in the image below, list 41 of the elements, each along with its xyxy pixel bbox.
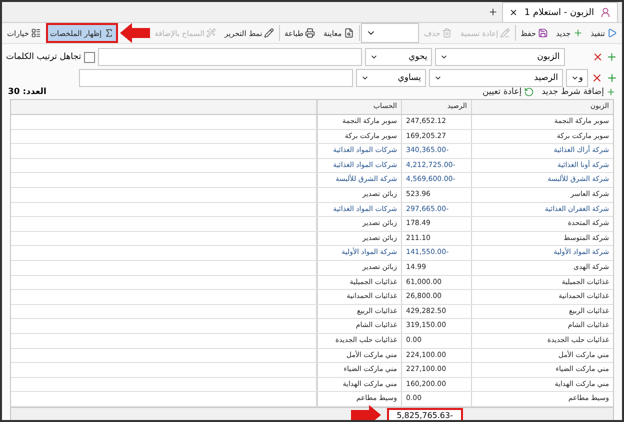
value-field[interactable] [79,69,353,87]
wand-icon [206,28,216,38]
chevron-icon [440,53,448,61]
remove-icon[interactable] [591,72,603,84]
list-icon [30,28,41,38]
checkbox-label: تجاهل ترتيب الكلمات [6,52,82,62]
record-count: العدد: 30 [8,87,46,97]
rename-icon [500,28,510,38]
preview-icon [344,28,354,38]
reset-icon [524,87,534,97]
arrow-icon [120,23,150,43]
add-icon[interactable] [606,51,618,63]
play-icon [607,28,617,38]
field-select[interactable]: الزبون [435,48,565,66]
printer-icon [305,28,316,38]
remove-icon[interactable] [592,51,604,63]
operator-select[interactable]: يساوي [356,69,426,87]
total-value: -5,825,765.63 [386,408,463,420]
add-icon[interactable] [606,72,618,84]
value-field[interactable] [98,48,362,66]
arrow-icon [350,405,381,420]
chevron-icon [434,74,442,82]
action-link[interactable]: إضافة شرط جديد [542,87,616,97]
sigma-icon [104,28,114,38]
chevron-icon [361,74,369,82]
chevron-icon [370,53,378,61]
pencil-icon [264,28,274,38]
operator-select[interactable]: يحوي [364,48,432,66]
field-select[interactable]: الرصيد [429,69,563,87]
document-tab[interactable]: الزبون - استعلام 1 [502,2,618,22]
checkbox[interactable] [84,52,95,62]
connector-select[interactable]: و [566,69,588,87]
trash-icon [442,28,452,38]
plus-icon [606,87,616,97]
close-icon[interactable] [509,8,518,17]
user-icon [600,7,611,18]
chevron-icon [571,74,579,82]
action-link[interactable]: إعادة تعيين [482,87,534,97]
plus-icon [488,7,498,17]
save-icon [538,28,548,38]
plus-icon [572,28,583,38]
